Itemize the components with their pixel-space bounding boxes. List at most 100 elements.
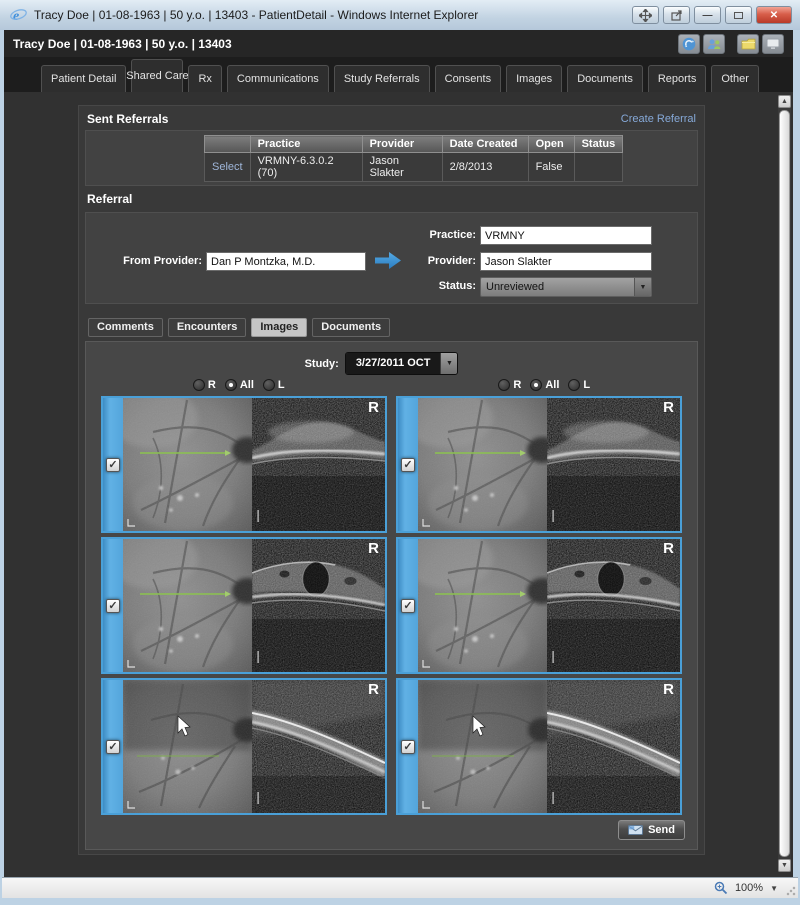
radio-r[interactable]: R <box>193 379 216 391</box>
practice-field[interactable] <box>480 226 652 245</box>
image-tile[interactable]: ✓ R <box>396 396 682 533</box>
select-link[interactable]: Select <box>205 153 251 182</box>
maximize-icon[interactable] <box>725 6 752 24</box>
tab-shared-care[interactable]: Shared Care <box>131 59 183 92</box>
popout-icon[interactable] <box>663 6 690 24</box>
eye-label: R <box>663 540 674 557</box>
zoom-icon <box>714 881 728 895</box>
eye-label: R <box>368 540 379 557</box>
zoom-dropdown-caret-icon[interactable]: ▼ <box>770 884 778 893</box>
image-grid: ✓ R ✓ R <box>86 396 697 815</box>
subtab-comments[interactable]: Comments <box>88 318 163 337</box>
subtab-documents[interactable]: Documents <box>312 318 390 337</box>
radio-all[interactable]: All <box>530 379 559 391</box>
referral-title: Referral <box>87 192 132 206</box>
tab-patient-detail[interactable]: Patient Detail <box>41 65 126 92</box>
chevron-down-icon: ▼ <box>634 278 651 296</box>
cell-practice: VRMNY-6.3.0.2 (70) <box>250 153 362 182</box>
image-tile[interactable]: ✓ R <box>101 396 387 533</box>
minimize-icon[interactable]: — <box>694 6 721 24</box>
image-tile[interactable]: ✓ R <box>396 537 682 674</box>
image-tile[interactable]: ✓ R <box>396 678 682 815</box>
study-label: Study: <box>305 358 339 370</box>
cell-open: False <box>528 153 574 182</box>
subtab-images[interactable]: Images <box>251 318 307 337</box>
tab-communications[interactable]: Communications <box>227 65 329 92</box>
radio-l[interactable]: L <box>568 379 590 391</box>
page-scrollbar[interactable]: ▲ ▼ <box>778 95 791 872</box>
eye-filter-left-column: R All L <box>86 379 392 391</box>
image-checkbox[interactable]: ✓ <box>106 599 120 613</box>
oct-scan-image: R <box>252 398 385 531</box>
title-bar: e Tracy Doe | 01-08-1963 | 50 y.o. | 134… <box>0 0 800 30</box>
tab-images[interactable]: Images <box>506 65 562 92</box>
close-icon[interactable]: ✕ <box>756 6 792 24</box>
patient-info-bar: Tracy Doe | 01-08-1963 | 50 y.o. | 13403 <box>4 30 793 57</box>
tab-rx[interactable]: Rx <box>188 65 221 92</box>
image-checkbox[interactable]: ✓ <box>401 458 415 472</box>
fundus-image <box>418 680 547 813</box>
col-open: Open <box>528 136 574 153</box>
tab-consents[interactable]: Consents <box>435 65 501 92</box>
sent-referrals-box: Practice Provider Date Created Open Stat… <box>85 130 698 186</box>
fundus-image <box>418 398 547 531</box>
send-button[interactable]: Send <box>618 820 685 840</box>
zoom-level: 100% <box>735 882 763 894</box>
table-header-row: Practice Provider Date Created Open Stat… <box>205 136 623 153</box>
images-panel: Study: 3/27/2011 OCT ▼ R All L R All <box>85 341 698 850</box>
fundus-image <box>418 539 547 672</box>
status-bar: 100% ▼ <box>2 877 798 898</box>
fundus-image <box>123 398 252 531</box>
radio-r[interactable]: R <box>498 379 521 391</box>
eye-label: R <box>368 681 379 698</box>
chevron-down-icon: ▼ <box>440 353 457 374</box>
image-tile[interactable]: ✓ R <box>101 678 387 815</box>
provider-field[interactable] <box>480 252 652 271</box>
contacts-icon[interactable] <box>703 34 725 54</box>
subtab-encounters[interactable]: Encounters <box>168 318 247 337</box>
eye-label: R <box>663 681 674 698</box>
cell-date-created: 2/8/2013 <box>442 153 528 182</box>
oct-scan-image: R <box>547 539 680 672</box>
scroll-down-icon[interactable]: ▼ <box>778 859 791 872</box>
eye-label: R <box>663 399 674 416</box>
table-row: Select VRMNY-6.3.0.2 (70) Jason Slakter … <box>205 153 623 182</box>
oct-scan-image: R <box>252 680 385 813</box>
eye-label: R <box>368 399 379 416</box>
image-checkbox[interactable]: ✓ <box>401 599 415 613</box>
col-practice: Practice <box>250 136 362 153</box>
oct-scan-image: R <box>547 398 680 531</box>
tab-reports[interactable]: Reports <box>648 65 707 92</box>
scroll-up-icon[interactable]: ▲ <box>778 95 791 108</box>
study-value: 3/27/2011 OCT <box>346 353 441 374</box>
tab-other[interactable]: Other <box>711 65 759 92</box>
content-panel: Sent Referrals Create Referral Practice … <box>78 105 705 855</box>
create-referral-link[interactable]: Create Referral <box>621 113 696 125</box>
tab-study-referrals[interactable]: Study Referrals <box>334 65 430 92</box>
move-icon[interactable] <box>632 6 659 24</box>
scrollbar-thumb[interactable] <box>779 110 790 857</box>
image-checkbox[interactable]: ✓ <box>106 458 120 472</box>
tab-documents[interactable]: Documents <box>567 65 643 92</box>
from-provider-label: From Provider: <box>92 255 202 267</box>
from-provider-field[interactable] <box>206 252 366 271</box>
sync-icon[interactable] <box>678 34 700 54</box>
radio-all[interactable]: All <box>225 379 254 391</box>
image-tile[interactable]: ✓ R <box>101 537 387 674</box>
ie-logo-icon: e <box>10 7 27 23</box>
status-value: Unreviewed <box>481 278 634 296</box>
status-dropdown[interactable]: Unreviewed ▼ <box>480 277 652 297</box>
window-title: Tracy Doe | 01-08-1963 | 50 y.o. | 13403… <box>34 8 632 22</box>
image-checkbox[interactable]: ✓ <box>106 740 120 754</box>
radio-l[interactable]: L <box>263 379 285 391</box>
folder-icon[interactable] <box>737 34 759 54</box>
monitor-icon[interactable] <box>762 34 784 54</box>
col-provider: Provider <box>362 136 442 153</box>
practice-label: Practice: <box>366 229 476 241</box>
referral-sub-tabs: Comments Encounters Images Documents <box>88 318 704 337</box>
fundus-image <box>123 680 252 813</box>
image-checkbox[interactable]: ✓ <box>401 740 415 754</box>
resize-grip[interactable] <box>786 886 796 896</box>
study-dropdown[interactable]: 3/27/2011 OCT ▼ <box>345 352 459 375</box>
col-date-created: Date Created <box>442 136 528 153</box>
